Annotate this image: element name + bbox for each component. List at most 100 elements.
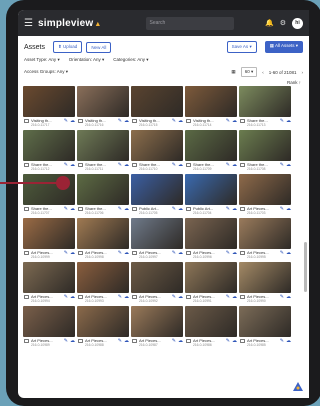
app-logo[interactable]: simpleview▲	[38, 18, 102, 29]
asset-thumbnail[interactable]	[77, 174, 129, 205]
edit-icon[interactable]: ✎	[226, 118, 230, 124]
download-icon[interactable]: ☁	[178, 118, 183, 124]
bell-icon[interactable]: 🔔	[265, 19, 274, 27]
select-checkbox[interactable]	[78, 339, 83, 343]
asset-thumbnail[interactable]	[131, 86, 183, 117]
asset-card[interactable]: Visiting th... 216-0-11715 ✎ ☁	[131, 86, 183, 127]
download-icon[interactable]: ☁	[178, 162, 183, 168]
edit-icon[interactable]: ✎	[280, 294, 284, 300]
download-icon[interactable]: ☁	[70, 118, 75, 124]
download-icon[interactable]: ☁	[286, 206, 291, 212]
edit-icon[interactable]: ✎	[226, 338, 230, 344]
asset-card[interactable]: Visiting th... 216-0-11717 ✎ ☁	[23, 86, 75, 127]
asset-card[interactable]: Share the... 216-0-11708 ✎ ☁	[239, 130, 291, 171]
asset-thumbnail[interactable]	[23, 306, 75, 337]
asset-thumbnail[interactable]	[185, 86, 237, 117]
asset-card[interactable]: Share the... 216-0-11713 ✎ ☁	[239, 86, 291, 127]
asset-card[interactable]: Art Pieces... 216-0-10989 ✎ ☁	[23, 306, 75, 347]
hamburger-icon[interactable]: ☰	[24, 18, 34, 29]
download-icon[interactable]: ☁	[232, 338, 237, 344]
scrollbar[interactable]	[304, 242, 307, 292]
asset-card[interactable]: Art Pieces... 216-0-10995 ✎ ☁	[239, 218, 291, 259]
edit-icon[interactable]: ✎	[226, 162, 230, 168]
edit-icon[interactable]: ✎	[64, 250, 68, 256]
asset-card[interactable]: Art Pieces... 216-0-10999 ✎ ☁	[23, 218, 75, 259]
asset-thumbnail[interactable]	[131, 130, 183, 161]
asset-thumbnail[interactable]	[239, 174, 291, 205]
select-checkbox[interactable]	[132, 207, 137, 211]
select-checkbox[interactable]	[24, 251, 29, 255]
download-icon[interactable]: ☁	[178, 206, 183, 212]
download-icon[interactable]: ☁	[124, 162, 129, 168]
edit-icon[interactable]: ✎	[64, 338, 68, 344]
edit-icon[interactable]: ✎	[64, 206, 68, 212]
download-icon[interactable]: ☁	[124, 338, 129, 344]
edit-icon[interactable]: ✎	[64, 294, 68, 300]
download-icon[interactable]: ☁	[178, 294, 183, 300]
asset-thumbnail[interactable]	[23, 130, 75, 161]
sort-select[interactable]: Rank ↑	[287, 80, 301, 85]
edit-icon[interactable]: ✎	[64, 118, 68, 124]
select-checkbox[interactable]	[186, 295, 191, 299]
select-checkbox[interactable]	[78, 207, 83, 211]
next-page-icon[interactable]: ›	[302, 70, 304, 75]
select-checkbox[interactable]	[78, 295, 83, 299]
download-icon[interactable]: ☁	[124, 294, 129, 300]
edit-icon[interactable]: ✎	[118, 338, 122, 344]
edit-icon[interactable]: ✎	[226, 294, 230, 300]
select-checkbox[interactable]	[186, 119, 191, 123]
asset-card[interactable]: Art Pieces... 216-0-10996 ✎ ☁	[185, 218, 237, 259]
download-icon[interactable]: ☁	[286, 338, 291, 344]
asset-thumbnail[interactable]	[23, 262, 75, 293]
edit-icon[interactable]: ✎	[172, 250, 176, 256]
download-icon[interactable]: ☁	[178, 338, 183, 344]
gear-icon[interactable]: ⚙	[280, 19, 286, 27]
select-checkbox[interactable]	[240, 119, 245, 123]
asset-card[interactable]: Art Pieces... 216-0-10990 ✎ ☁	[239, 262, 291, 303]
download-icon[interactable]: ☁	[232, 250, 237, 256]
asset-thumbnail[interactable]	[185, 130, 237, 161]
edit-icon[interactable]: ✎	[118, 250, 122, 256]
asset-card[interactable]: Art Pieces... 216-0-10994 ✎ ☁	[23, 262, 75, 303]
asset-thumbnail[interactable]	[131, 306, 183, 337]
select-checkbox[interactable]	[240, 251, 245, 255]
edit-icon[interactable]: ✎	[172, 294, 176, 300]
asset-card[interactable]: Art Pieces... 216-0-10993 ✎ ☁	[77, 262, 129, 303]
select-checkbox[interactable]	[186, 207, 191, 211]
edit-icon[interactable]: ✎	[118, 162, 122, 168]
select-checkbox[interactable]	[78, 163, 83, 167]
asset-thumbnail[interactable]	[77, 306, 129, 337]
orientation-filter[interactable]: Orientation: Any ▾	[69, 57, 105, 63]
select-checkbox[interactable]	[78, 251, 83, 255]
asset-card[interactable]: Share the... 216-0-11712 ✎ ☁	[23, 130, 75, 171]
asset-card[interactable]: Public Art... 216-0-11704 ✎ ☁	[185, 174, 237, 215]
asset-thumbnail[interactable]	[23, 86, 75, 117]
all-assets-button[interactable]: ▦ All Assets ▾	[264, 41, 303, 53]
select-checkbox[interactable]	[24, 119, 29, 123]
select-checkbox[interactable]	[186, 339, 191, 343]
select-checkbox[interactable]	[186, 163, 191, 167]
asset-thumbnail[interactable]	[77, 262, 129, 293]
asset-card[interactable]: Visiting th... 216-0-11714 ✎ ☁	[185, 86, 237, 127]
select-checkbox[interactable]	[132, 251, 137, 255]
select-checkbox[interactable]	[24, 207, 29, 211]
asset-card[interactable]: Art Pieces... 216-0-10987 ✎ ☁	[131, 306, 183, 347]
asset-type-filter[interactable]: Asset Type: Any ▾	[24, 57, 60, 63]
download-icon[interactable]: ☁	[70, 162, 75, 168]
help-badge-icon[interactable]	[293, 382, 303, 392]
download-icon[interactable]: ☁	[232, 294, 237, 300]
edit-icon[interactable]: ✎	[64, 162, 68, 168]
edit-icon[interactable]: ✎	[118, 294, 122, 300]
asset-thumbnail[interactable]	[239, 86, 291, 117]
select-checkbox[interactable]	[24, 163, 29, 167]
asset-card[interactable]: Visiting th... 216-0-11716 ✎ ☁	[77, 86, 129, 127]
download-icon[interactable]: ☁	[70, 294, 75, 300]
download-icon[interactable]: ☁	[286, 162, 291, 168]
avatar[interactable]: hi	[292, 17, 303, 29]
asset-thumbnail[interactable]	[185, 262, 237, 293]
asset-thumbnail[interactable]	[185, 306, 237, 337]
edit-icon[interactable]: ✎	[172, 118, 176, 124]
save-as-button[interactable]: Save As ▾	[226, 41, 257, 53]
asset-thumbnail[interactable]	[239, 262, 291, 293]
edit-icon[interactable]: ✎	[118, 118, 122, 124]
